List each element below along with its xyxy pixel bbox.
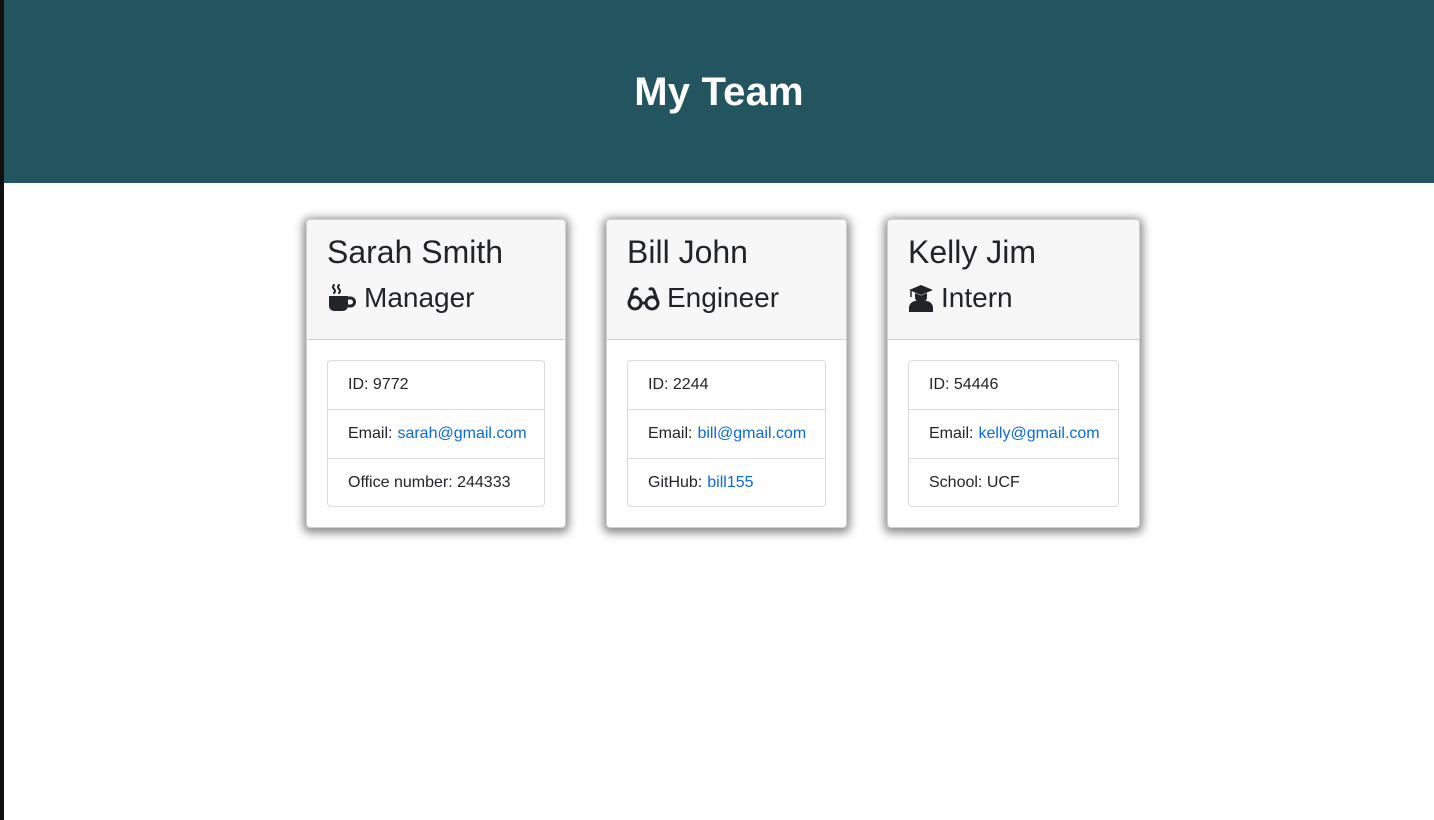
email-label: Email: bbox=[648, 425, 693, 442]
id-value: 9772 bbox=[372, 376, 409, 393]
list-item-email: Email: bill@gmail.com bbox=[628, 410, 825, 459]
school-label: School: bbox=[929, 473, 983, 491]
office-number-label: Office number: bbox=[348, 473, 453, 491]
mug-hot-icon bbox=[327, 283, 357, 313]
id-value: 54446 bbox=[953, 376, 999, 393]
email-link[interactable]: bill@gmail.com bbox=[697, 425, 806, 443]
role-label: Engineer bbox=[667, 282, 780, 313]
employee-role: Manager bbox=[327, 282, 475, 314]
role-label: Manager bbox=[364, 282, 475, 313]
email-link[interactable]: sarah@gmail.com bbox=[397, 425, 526, 443]
list-item-id: ID: 2244 bbox=[628, 361, 825, 410]
card-header: Kelly Jim Intern bbox=[888, 220, 1139, 340]
email-label: Email: bbox=[929, 425, 974, 442]
office-number-value: 244333 bbox=[457, 473, 511, 491]
list-item-school: School: UCF bbox=[909, 459, 1118, 506]
glasses-icon bbox=[627, 283, 660, 313]
id-label: ID: bbox=[348, 376, 369, 393]
employee-card-intern: Kelly Jim Intern ID: 54446 Email: kelly@g… bbox=[887, 219, 1140, 528]
list-item-github: GitHub: bill155 bbox=[628, 459, 825, 506]
page-header: My Team bbox=[4, 0, 1434, 183]
employee-card-manager: Sarah Smith Manager ID: 9772 Email: sarah… bbox=[306, 219, 566, 528]
employee-name: Sarah Smith bbox=[327, 234, 504, 270]
list-item-email: Email: kelly@gmail.com bbox=[909, 410, 1118, 459]
id-label: ID: bbox=[648, 376, 669, 393]
page-title: My Team bbox=[634, 70, 804, 114]
employee-details-list: ID: 54446 Email: kelly@gmail.com School: … bbox=[908, 360, 1119, 507]
email-link[interactable]: kelly@gmail.com bbox=[978, 425, 1099, 443]
email-label: Email: bbox=[348, 425, 393, 442]
list-item-id: ID: 54446 bbox=[909, 361, 1118, 410]
employee-name: Kelly Jim bbox=[908, 234, 1037, 270]
github-link[interactable]: bill155 bbox=[707, 474, 753, 492]
employee-role: Engineer bbox=[627, 282, 779, 314]
card-header: Bill John Engineer bbox=[607, 220, 846, 340]
id-label: ID: bbox=[929, 376, 950, 393]
list-item-email: Email: sarah@gmail.com bbox=[328, 410, 544, 459]
user-graduate-icon bbox=[908, 283, 934, 313]
employee-details-list: ID: 2244 Email: bill@gmail.com GitHub: bil… bbox=[627, 360, 826, 507]
school-value: UCF bbox=[986, 473, 1020, 491]
id-value: 2244 bbox=[672, 376, 709, 393]
employee-card-engineer: Bill John Engineer ID: 2244 Email: bill@g… bbox=[606, 219, 847, 528]
role-label: Intern bbox=[941, 282, 1013, 313]
card-header: Sarah Smith Manager bbox=[307, 220, 565, 340]
employee-details-list: ID: 9772 Email: sarah@gmail.com Office nu… bbox=[327, 360, 545, 507]
list-item-id: ID: 9772 bbox=[328, 361, 544, 410]
github-label: GitHub: bbox=[648, 473, 703, 491]
employee-name: Bill John bbox=[627, 234, 748, 270]
employee-role: Intern bbox=[908, 282, 1013, 314]
list-item-office-number: Office number: 244333 bbox=[328, 459, 544, 506]
